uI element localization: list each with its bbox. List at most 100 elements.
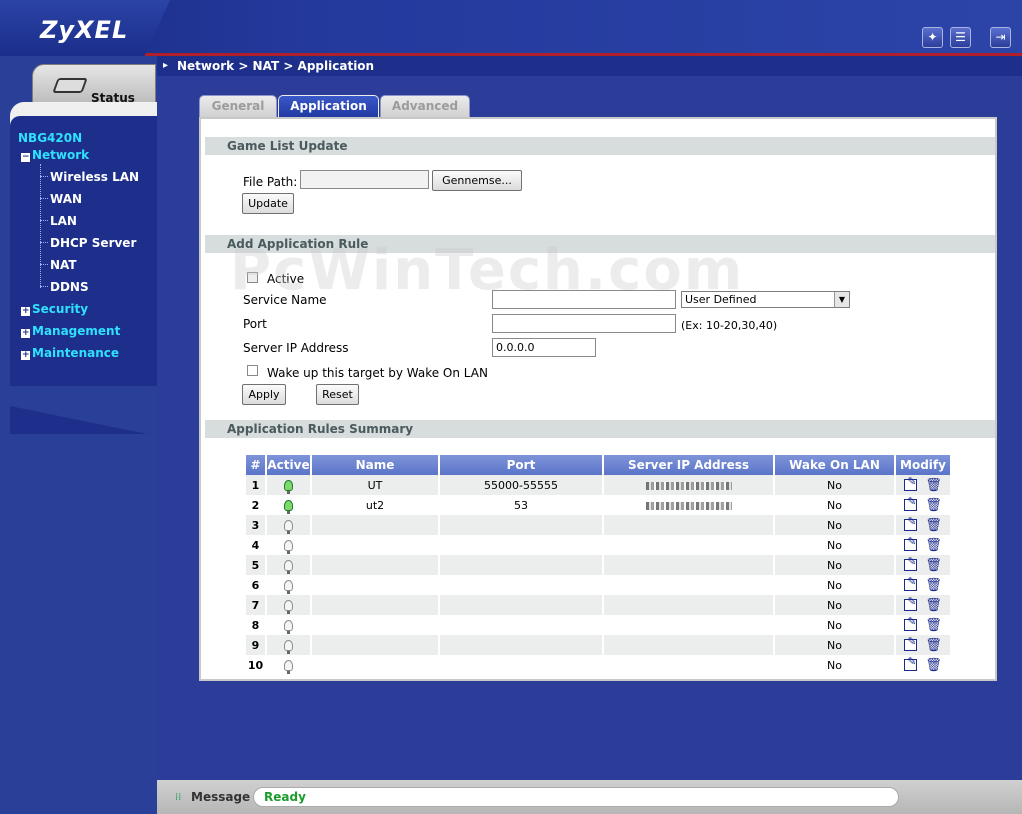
section-game-list-update: Game List Update bbox=[205, 137, 995, 155]
edit-icon[interactable] bbox=[904, 515, 918, 531]
sidebar-item-management[interactable]: + Management bbox=[21, 324, 120, 338]
edit-icon[interactable] bbox=[904, 575, 918, 591]
row-name: ut2 bbox=[311, 495, 440, 515]
update-button[interactable]: Update bbox=[242, 193, 294, 214]
reset-button[interactable]: Reset bbox=[316, 384, 359, 405]
row-name bbox=[311, 555, 440, 575]
row-active bbox=[266, 555, 312, 575]
device-name[interactable]: NBG420N bbox=[18, 131, 82, 145]
file-path-input[interactable] bbox=[300, 170, 429, 189]
active-checkbox[interactable] bbox=[247, 272, 258, 283]
edit-icon[interactable] bbox=[904, 615, 918, 631]
logout-icon[interactable]: ⇥ bbox=[990, 27, 1011, 48]
tree-branch bbox=[40, 286, 48, 287]
logo-area: ZyXEL bbox=[0, 0, 170, 56]
port-input[interactable] bbox=[492, 314, 676, 333]
row-name: UT bbox=[311, 475, 440, 495]
row-port: 53 bbox=[439, 495, 604, 515]
trash-icon[interactable]: 🗑 bbox=[925, 518, 942, 533]
expand-icon[interactable]: + bbox=[21, 329, 30, 338]
trash-icon[interactable]: 🗑 bbox=[925, 638, 942, 653]
sidebar-item-maintenance[interactable]: + Maintenance bbox=[21, 346, 119, 360]
sidebar-item-dhcp-server[interactable]: DHCP Server bbox=[50, 236, 136, 250]
row-active bbox=[266, 535, 312, 555]
apply-button[interactable]: Apply bbox=[242, 384, 286, 405]
edit-icon[interactable] bbox=[904, 535, 918, 551]
row-number: 10 bbox=[246, 655, 267, 675]
row-server-ip bbox=[603, 615, 775, 635]
edit-icon[interactable] bbox=[904, 475, 918, 491]
row-active bbox=[266, 575, 312, 595]
row-wake-on-lan: No bbox=[774, 595, 896, 615]
collapse-icon[interactable]: − bbox=[21, 153, 30, 162]
trash-icon[interactable]: 🗑 bbox=[925, 658, 942, 673]
wizard-icon[interactable]: ✦ bbox=[922, 27, 943, 48]
tree-connector bbox=[40, 164, 41, 288]
row-port bbox=[439, 515, 604, 535]
edit-icon[interactable] bbox=[904, 655, 918, 671]
sidebar-item-network[interactable]: − Network bbox=[21, 148, 89, 162]
row-port bbox=[439, 535, 604, 555]
row-wake-on-lan: No bbox=[774, 495, 896, 515]
sidebar-item-label: Network bbox=[32, 148, 90, 162]
browse-button[interactable]: Gennemse... bbox=[432, 170, 522, 191]
chevron-down-icon[interactable]: ▼ bbox=[834, 292, 849, 307]
trash-icon[interactable]: 🗑 bbox=[925, 498, 942, 513]
table-header-row: # Active Name Port Server IP Address Wak… bbox=[246, 455, 950, 475]
table-row: 4 No 🗑 bbox=[246, 535, 950, 555]
trash-icon[interactable]: 🗑 bbox=[925, 618, 942, 633]
edit-icon[interactable] bbox=[904, 555, 918, 571]
sidebar-item-lan[interactable]: LAN bbox=[50, 214, 77, 228]
wol-label: Wake up this target by Wake On LAN bbox=[267, 366, 488, 380]
message-box: Ready bbox=[253, 787, 899, 807]
trash-icon[interactable]: 🗑 bbox=[925, 478, 942, 493]
edit-icon[interactable] bbox=[904, 595, 918, 611]
sidebar-item-wan[interactable]: WAN bbox=[50, 192, 82, 206]
col-server-ip: Server IP Address bbox=[603, 455, 775, 475]
row-server-ip bbox=[603, 655, 775, 675]
row-wake-on-lan: No bbox=[774, 555, 896, 575]
row-number: 6 bbox=[246, 575, 267, 595]
tab-application[interactable]: Application bbox=[278, 95, 379, 118]
zyxel-logo: ZyXEL bbox=[40, 16, 129, 44]
table-row: 7 No 🗑 bbox=[246, 595, 950, 615]
active-bulb-icon bbox=[284, 540, 293, 554]
sidebar-item-wireless-lan[interactable]: Wireless LAN bbox=[50, 170, 139, 184]
row-name bbox=[311, 655, 440, 675]
row-port bbox=[439, 595, 604, 615]
expand-icon[interactable]: + bbox=[21, 351, 30, 360]
server-ip-input[interactable]: 0.0.0.0 bbox=[492, 338, 596, 357]
trash-icon[interactable]: 🗑 bbox=[925, 558, 942, 573]
row-number: 8 bbox=[246, 615, 267, 635]
row-name bbox=[311, 615, 440, 635]
edit-icon[interactable] bbox=[904, 635, 918, 651]
tab-advanced[interactable]: Advanced bbox=[380, 95, 470, 118]
active-bulb-icon bbox=[284, 640, 293, 654]
sidebar-item-security[interactable]: + Security bbox=[21, 302, 88, 316]
expand-icon[interactable]: + bbox=[21, 307, 30, 316]
sidebar-item-ddns[interactable]: DDNS bbox=[50, 280, 89, 294]
tree-branch bbox=[40, 264, 48, 265]
sidebar-item-nat[interactable]: NAT bbox=[50, 258, 77, 272]
row-port bbox=[439, 575, 604, 595]
port-label: Port bbox=[243, 317, 267, 331]
row-modify: 🗑 bbox=[895, 475, 950, 495]
row-wake-on-lan: No bbox=[774, 475, 896, 495]
server-ip-label: Server IP Address bbox=[243, 341, 349, 355]
notes-icon[interactable]: ☰ bbox=[950, 27, 971, 48]
row-modify: 🗑 bbox=[895, 615, 950, 635]
router-icon bbox=[52, 78, 88, 93]
edit-icon[interactable] bbox=[904, 495, 918, 511]
row-number: 9 bbox=[246, 635, 267, 655]
service-name-input[interactable] bbox=[492, 290, 676, 309]
service-select[interactable]: User Defined ▼ bbox=[681, 291, 850, 308]
row-number: 3 bbox=[246, 515, 267, 535]
trash-icon[interactable]: 🗑 bbox=[925, 578, 942, 593]
section-application-rules-summary: Application Rules Summary bbox=[205, 420, 995, 438]
wol-checkbox[interactable] bbox=[247, 365, 258, 376]
row-wake-on-lan: No bbox=[774, 575, 896, 595]
tab-general[interactable]: General bbox=[199, 95, 277, 118]
trash-icon[interactable]: 🗑 bbox=[925, 538, 942, 553]
trash-icon[interactable]: 🗑 bbox=[925, 598, 942, 613]
row-server-ip bbox=[603, 575, 775, 595]
